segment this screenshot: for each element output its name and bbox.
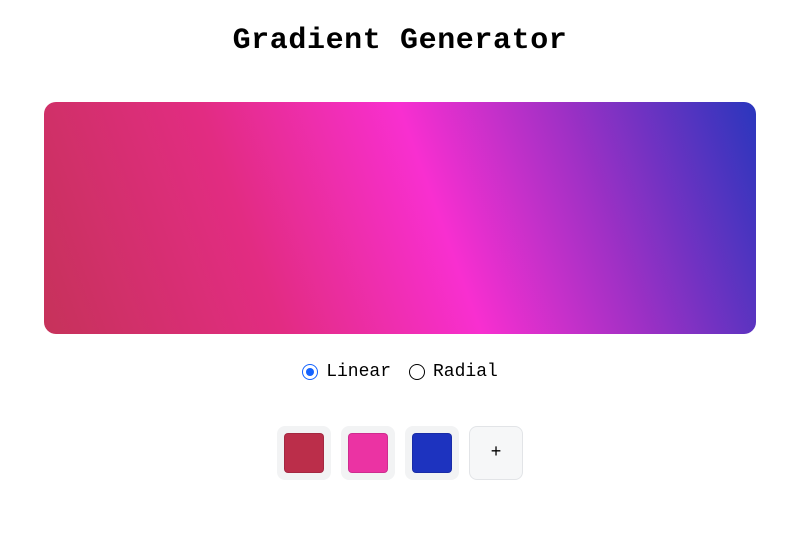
radio-label: Radial [433,362,498,382]
radio-option-radial[interactable]: Radial [409,362,498,382]
color-swatch-inner [284,433,324,473]
radio-icon [409,364,425,380]
page-title: Gradient Generator [233,24,568,58]
app-root: Gradient Generator Linear Radial + [0,0,800,480]
color-swatch[interactable] [405,426,459,480]
radio-icon [302,364,318,380]
gradient-type-radio-group: Linear Radial [302,362,498,382]
radio-label: Linear [326,362,391,382]
radio-option-linear[interactable]: Linear [302,362,391,382]
color-swatch-inner [348,433,388,473]
color-swatch[interactable] [341,426,395,480]
add-color-button[interactable]: + [469,426,523,480]
color-swatch-row: + [277,426,523,480]
gradient-preview [44,102,756,334]
radio-dot-icon [306,368,314,376]
color-swatch-inner [412,433,452,473]
color-swatch[interactable] [277,426,331,480]
